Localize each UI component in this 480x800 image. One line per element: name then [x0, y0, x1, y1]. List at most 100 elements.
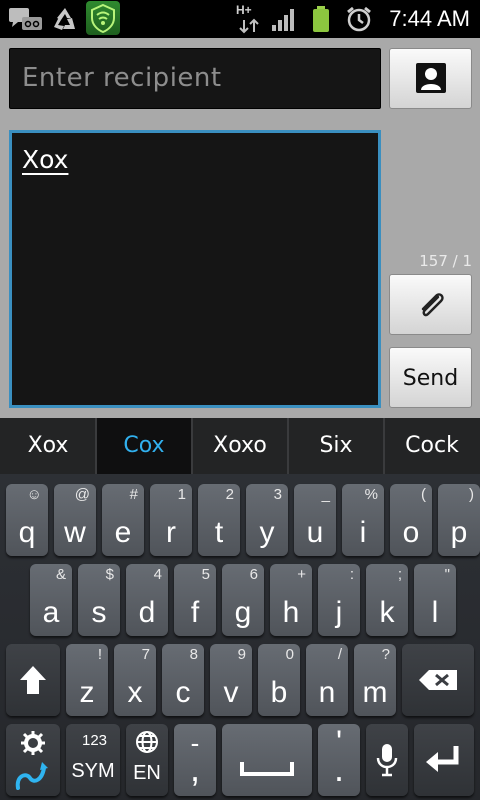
enter-key[interactable] — [414, 724, 474, 796]
suggestion-bar: Xox Cox Xoxo Six Cock — [0, 418, 480, 474]
key-secondary-label: ☺ — [26, 486, 42, 503]
data-arrows-icon — [239, 18, 259, 34]
compose-area: Enter recipient Xox 157 / 1 Send — [0, 38, 480, 418]
contact-icon — [416, 63, 446, 93]
backspace-key[interactable] — [402, 644, 474, 716]
key-t[interactable]: 2t — [198, 484, 240, 556]
key-r[interactable]: 1r — [150, 484, 192, 556]
suggestion-item[interactable]: Xox — [0, 418, 96, 474]
key-m[interactable]: ? m — [354, 644, 396, 716]
network-type-indicator: H+ — [236, 3, 262, 35]
key-o[interactable]: (o — [390, 484, 432, 556]
paperclip-icon — [421, 293, 444, 317]
key-w[interactable]: @ w — [54, 484, 96, 556]
key-u[interactable]: _ u — [294, 484, 336, 556]
message-field[interactable]: Xox — [9, 130, 381, 408]
attach-button[interactable] — [389, 274, 472, 335]
shield-icon — [91, 3, 115, 34]
key-secondary-label: $ — [105, 566, 114, 583]
network-type-label: H+ — [236, 3, 252, 17]
key-secondary-label: " — [444, 566, 450, 583]
suggestion-divider — [383, 418, 385, 474]
comma-key-label: , — [189, 748, 200, 789]
key-p[interactable]: ) p — [438, 484, 480, 556]
key-label: e — [114, 516, 132, 549]
key-label: j — [335, 596, 343, 629]
key-secondary-label: ? — [381, 646, 390, 663]
signal-icon — [272, 9, 294, 31]
key-label: b — [270, 676, 288, 709]
language-key[interactable]: EN — [126, 724, 168, 796]
shield-app-icon — [86, 1, 120, 35]
key-label: g — [234, 596, 252, 629]
key-label: w — [64, 516, 86, 549]
key-v[interactable]: 9v — [210, 644, 252, 716]
key-secondary-label: 5 — [201, 566, 210, 583]
key-l[interactable]: " l — [414, 564, 456, 636]
swype-settings-key[interactable] — [6, 724, 60, 796]
gear-icon — [21, 731, 45, 755]
suggestion-item[interactable]: Six — [288, 418, 384, 474]
key-n[interactable]: / n — [306, 644, 348, 716]
space-key[interactable] — [222, 724, 312, 796]
shift-key[interactable] — [6, 644, 60, 716]
key-label: t — [214, 516, 224, 549]
key-label: y — [259, 516, 275, 549]
status-bar: H+ 7:44 AM — [0, 0, 480, 38]
period-key[interactable]: '. — [318, 724, 360, 796]
suggestion-divider — [191, 418, 193, 474]
shift-icon — [20, 666, 46, 694]
key-a[interactable]: & a — [30, 564, 72, 636]
recipient-input[interactable]: Enter recipient — [9, 48, 381, 109]
key-y[interactable]: 3y — [246, 484, 288, 556]
key-d[interactable]: 4d — [126, 564, 168, 636]
key-k[interactable]: ; k — [366, 564, 408, 636]
symbols-key-number: 123 — [82, 732, 108, 749]
key-label: x — [127, 676, 143, 709]
person-icon — [421, 68, 441, 90]
key-label: z — [79, 676, 95, 709]
swype-icon — [15, 762, 48, 790]
contact-picker-button[interactable] — [389, 48, 472, 109]
globe-icon — [136, 731, 158, 753]
key-secondary-label: : — [349, 566, 354, 583]
key-secondary-label: & — [55, 566, 66, 583]
suggestion-item[interactable]: Cock — [384, 418, 480, 474]
voice-input-key[interactable] — [366, 724, 408, 796]
key-secondary-label: 2 — [225, 486, 234, 503]
key-label: n — [318, 676, 336, 709]
key-s[interactable]: $ s — [78, 564, 120, 636]
key-e[interactable]: # e — [102, 484, 144, 556]
suggestion-item[interactable]: Cox — [96, 418, 192, 474]
key-x[interactable]: 7x — [114, 644, 156, 716]
key-b[interactable]: 0b — [258, 644, 300, 716]
language-key-label: EN — [133, 762, 161, 784]
key-label: l — [431, 596, 439, 629]
battery-icon — [313, 6, 329, 32]
send-button[interactable]: Send — [389, 347, 472, 408]
microphone-icon — [376, 744, 398, 777]
keyboard: ☺ q @ w # e 1 r 2 t 3 y _ u% i(o) p & a $ s 4 d 5 f 6 g + h: j; k " l! z… — [0, 474, 480, 800]
key-i[interactable]: % i — [342, 484, 384, 556]
suggestion-item[interactable]: Xoxo — [192, 418, 288, 474]
key-q[interactable]: ☺ q — [6, 484, 48, 556]
space-icon — [240, 762, 294, 776]
key-label: d — [138, 596, 156, 629]
key-label: i — [359, 516, 367, 549]
key-secondary-label: + — [297, 566, 306, 583]
symbols-key[interactable]: 123 SYM — [66, 724, 120, 796]
symbols-key-label: SYM — [71, 760, 115, 782]
key-secondary-label: ! — [97, 646, 102, 663]
key-j[interactable]: :j — [318, 564, 360, 636]
key-g[interactable]: 6g — [222, 564, 264, 636]
key-secondary-label: ; — [397, 566, 402, 583]
alarm-icon — [347, 6, 371, 32]
key-z[interactable]: ! z — [66, 644, 108, 716]
key-label: a — [42, 596, 60, 629]
key-label: k — [379, 596, 395, 629]
key-c[interactable]: 8c — [162, 644, 204, 716]
key-h[interactable]: + h — [270, 564, 312, 636]
comma-key[interactable]: -, — [174, 724, 216, 796]
key-secondary-label: / — [337, 646, 342, 663]
key-f[interactable]: 5f — [174, 564, 216, 636]
